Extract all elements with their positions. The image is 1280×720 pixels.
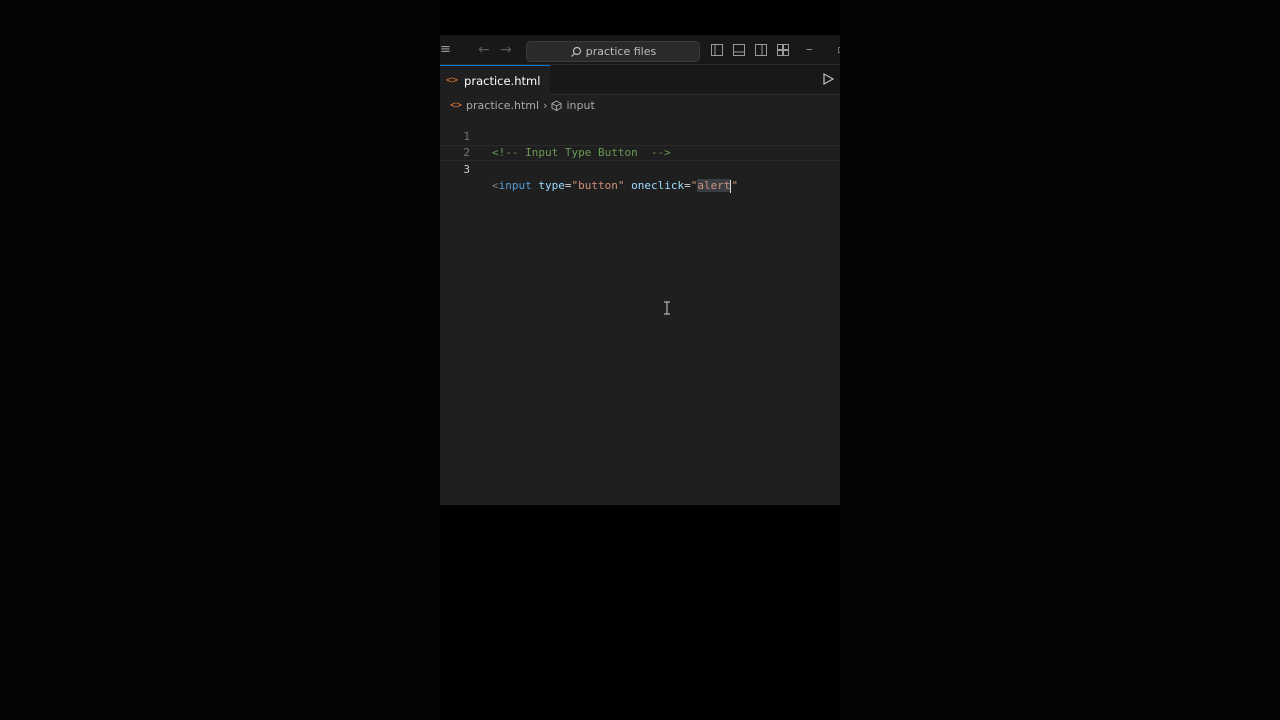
search-icon bbox=[570, 46, 581, 57]
breadcrumb: <> practice.html › input bbox=[450, 97, 595, 113]
equals-sign: = bbox=[564, 179, 572, 192]
right-background bbox=[840, 0, 1280, 720]
code-editor[interactable]: 1 <!-- Input Type Button --> 2 3 <input … bbox=[440, 113, 840, 505]
tag-name: input bbox=[498, 179, 532, 192]
customize-layout-icon[interactable] bbox=[777, 44, 789, 56]
mouse-ibeam-cursor-icon bbox=[664, 301, 670, 315]
title-bar: ≡ ← → practice files – ▫ bbox=[440, 35, 840, 65]
chevron-right-icon: › bbox=[543, 98, 548, 112]
code-line-3[interactable]: 3 <input type="button" oneclick="alert" bbox=[440, 145, 840, 193]
back-arrow-icon[interactable]: ← bbox=[478, 35, 490, 65]
menu-icon[interactable]: ≡ bbox=[440, 35, 451, 65]
editor-window: ≡ ← → practice files – ▫ bbox=[440, 35, 840, 505]
maximize-icon[interactable]: ▫ bbox=[837, 35, 840, 65]
quote: " bbox=[731, 179, 739, 192]
toggle-panel-icon[interactable] bbox=[733, 44, 745, 56]
symbol-element-icon bbox=[551, 99, 562, 111]
code-line-1[interactable]: 1 <!-- Input Type Button --> bbox=[440, 113, 840, 159]
line-number: 3 bbox=[463, 163, 470, 176]
left-background bbox=[0, 0, 440, 720]
forward-arrow-icon[interactable]: → bbox=[500, 35, 512, 65]
code-line-2[interactable]: 2 bbox=[440, 129, 840, 159]
search-text: practice files bbox=[585, 45, 657, 58]
run-icon[interactable] bbox=[822, 73, 834, 85]
html-file-icon: <> bbox=[446, 75, 459, 86]
equals-sign: = bbox=[684, 179, 691, 192]
tab-bar: <> practice.html bbox=[440, 65, 840, 95]
attribute-name: type bbox=[538, 179, 565, 192]
tab-label: practice.html bbox=[464, 73, 541, 88]
tab-practice-html[interactable]: <> practice.html bbox=[440, 65, 550, 95]
breadcrumb-symbol[interactable]: input bbox=[566, 99, 594, 112]
attribute-name: oneclick bbox=[631, 179, 685, 192]
html-file-icon: <> bbox=[450, 99, 463, 111]
breadcrumb-file[interactable]: practice.html bbox=[466, 99, 539, 112]
attribute-value: "button" bbox=[571, 179, 625, 192]
selected-text: alert bbox=[697, 179, 731, 192]
toggle-secondary-sidebar-icon[interactable] bbox=[755, 44, 767, 56]
toggle-primary-sidebar-icon[interactable] bbox=[711, 44, 723, 56]
tag-bracket: < bbox=[492, 179, 499, 192]
command-center-search[interactable]: practice files bbox=[526, 41, 700, 62]
minimize-icon[interactable]: – bbox=[806, 35, 813, 65]
